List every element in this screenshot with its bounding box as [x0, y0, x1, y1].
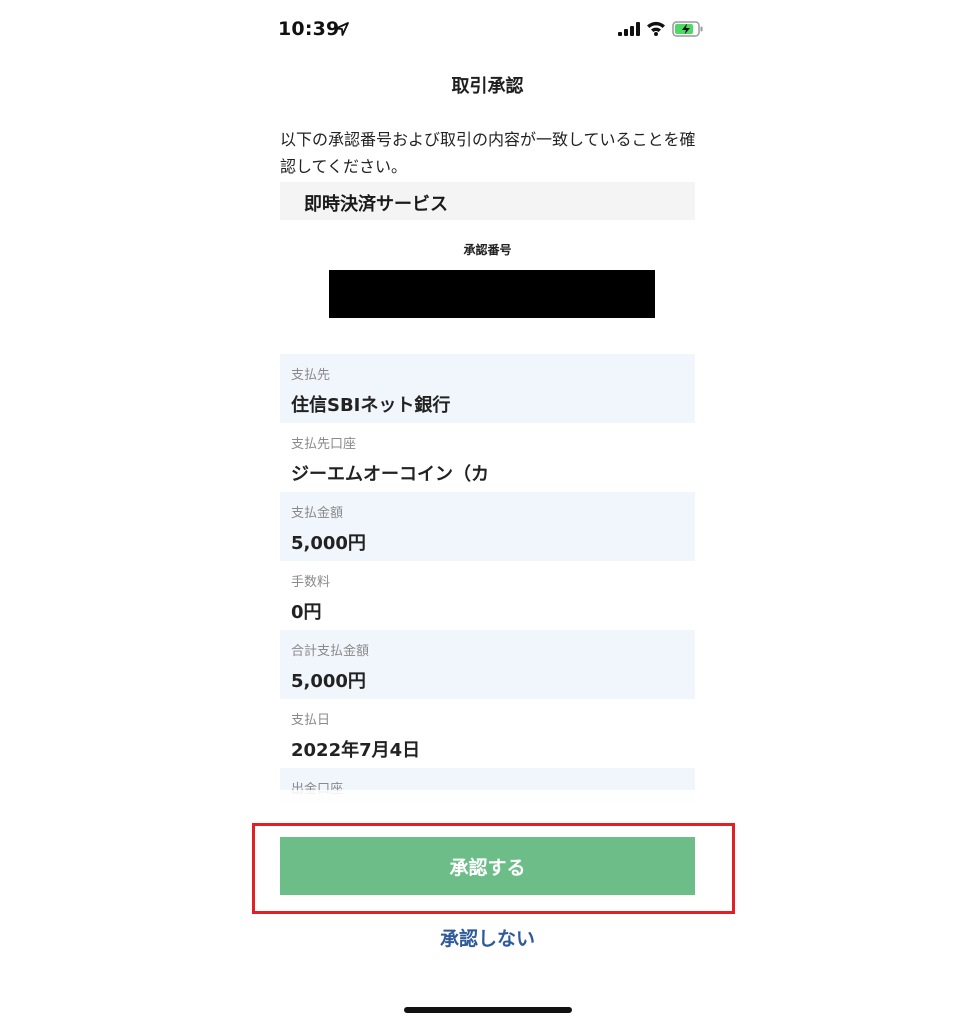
approve-button[interactable]: 承認する [280, 837, 695, 895]
detail-label: 支払先 [291, 368, 331, 383]
detail-label: 手数料 [291, 575, 331, 590]
service-name: 即時決済サービス [304, 194, 448, 215]
reject-link[interactable]: 承認しない [0, 924, 975, 951]
detail-label: 支払日 [291, 713, 331, 728]
detail-row-payment-amount: 支払金額 5,000円 [280, 492, 695, 561]
approval-number-redacted [329, 270, 655, 318]
detail-label: 支払先口座 [291, 437, 357, 452]
status-time: 10:39 [278, 18, 340, 40]
detail-row-payee-account: 支払先口座 ジーエムオーコイン（カ [280, 423, 695, 492]
approval-number-label: 承認番号 [463, 243, 512, 257]
location-arrow-icon [335, 22, 349, 36]
detail-row-payment-date: 支払日 2022年7月4日 [280, 699, 695, 768]
signal-icon [618, 22, 640, 36]
confirmation-instructions: 以下の承認番号および取引の内容が一致していることを確認してください。 [280, 130, 696, 176]
wifi-icon [647, 21, 665, 36]
page-title: 取引承認 [451, 76, 524, 97]
detail-value: 住信SBIネット銀行 [291, 395, 451, 416]
detail-label: 合計支払金額 [291, 644, 370, 659]
battery-charging-icon [672, 21, 703, 37]
detail-value: 0円 [291, 602, 322, 623]
detail-row-total-amount: 合計支払金額 5,000円 [280, 630, 695, 699]
detail-value: 5,000円 [291, 671, 366, 692]
detail-row-payee: 支払先 住信SBIネット銀行 [280, 354, 695, 423]
home-indicator [404, 1007, 572, 1013]
detail-value: ジーエムオーコイン（カ [291, 464, 489, 485]
detail-row-fee: 手数料 0円 [280, 561, 695, 630]
scroll-fade [250, 790, 725, 808]
detail-label: 支払金額 [291, 506, 344, 521]
detail-value: 5,000円 [291, 533, 366, 554]
detail-value: 2022年7月4日 [291, 740, 421, 761]
